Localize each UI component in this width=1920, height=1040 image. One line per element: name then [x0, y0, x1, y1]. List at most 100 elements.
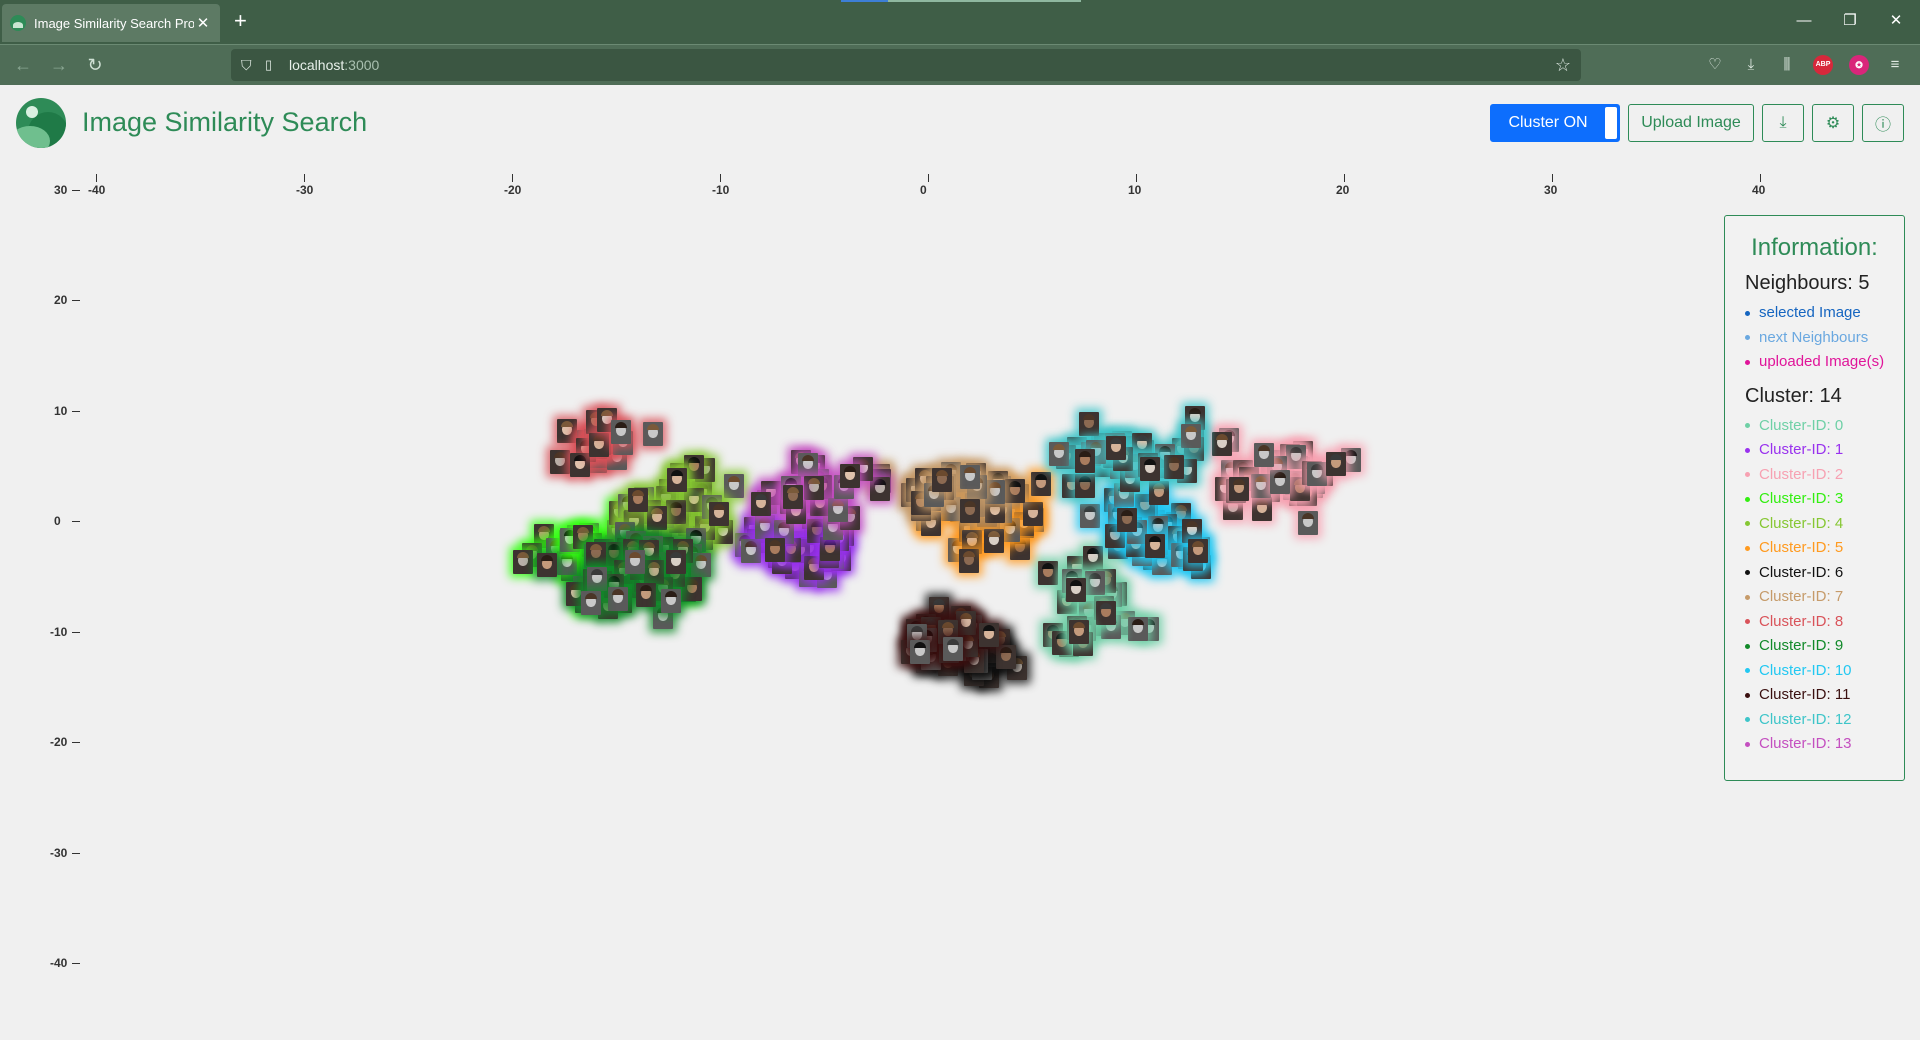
upload-image-button[interactable]: Upload Image	[1628, 104, 1754, 142]
image-thumbnail-point[interactable]	[984, 529, 1005, 554]
image-thumbnail-point[interactable]	[581, 590, 602, 615]
image-thumbnail-point[interactable]	[984, 479, 1005, 504]
image-thumbnail-point[interactable]	[667, 467, 688, 492]
image-thumbnail-point[interactable]	[960, 464, 981, 489]
image-thumbnail-point[interactable]	[624, 550, 645, 575]
image-thumbnail-point[interactable]	[1068, 619, 1089, 644]
cluster-toggle-button[interactable]: Cluster ON	[1490, 104, 1620, 142]
extension-icon[interactable]: ✪	[1849, 55, 1869, 75]
close-window-icon[interactable]: ✕	[1873, 8, 1919, 34]
image-thumbnail-point[interactable]	[783, 484, 804, 509]
similarity-scatter-plot[interactable]: -40 -30 -20 -10 0 10 20 30 40 30 20 10 0 -10 -20 -30 -40	[0, 170, 1765, 1040]
image-thumbnail-point[interactable]	[556, 419, 577, 444]
image-thumbnail-point[interactable]	[1004, 479, 1025, 504]
image-thumbnail-point[interactable]	[690, 553, 711, 578]
image-thumbnail-point[interactable]	[941, 497, 962, 522]
image-thumbnail-point[interactable]	[536, 553, 557, 578]
image-thumbnail-point[interactable]	[931, 468, 952, 493]
image-thumbnail-point[interactable]	[666, 500, 687, 525]
image-thumbnail-point[interactable]	[1325, 452, 1346, 477]
image-thumbnail-point[interactable]	[1253, 442, 1274, 467]
forward-arrow-icon[interactable]: →	[47, 53, 71, 77]
image-thumbnail-point[interactable]	[1128, 616, 1149, 641]
image-thumbnail-point[interactable]	[1075, 473, 1096, 498]
image-thumbnail-point[interactable]	[1083, 546, 1104, 571]
image-thumbnail-point[interactable]	[1079, 411, 1100, 436]
image-thumbnail-point[interactable]	[960, 499, 981, 524]
image-thumbnail-point[interactable]	[1095, 601, 1116, 626]
image-thumbnail-point[interactable]	[979, 623, 1000, 648]
image-thumbnail-point[interactable]	[750, 491, 771, 516]
image-thumbnail-point[interactable]	[708, 501, 729, 526]
image-thumbnail-point[interactable]	[1229, 476, 1250, 501]
image-thumbnail-point[interactable]	[628, 488, 649, 513]
image-thumbnail-point[interactable]	[870, 477, 891, 502]
image-thumbnail-point[interactable]	[1117, 508, 1138, 533]
image-thumbnail-point[interactable]	[1075, 448, 1096, 473]
bookmark-star-icon[interactable]: ☆	[1555, 55, 1571, 76]
image-thumbnail-point[interactable]	[723, 473, 744, 498]
image-thumbnail-point[interactable]	[1080, 504, 1101, 529]
downloads-icon[interactable]: ⤓	[1741, 55, 1761, 75]
image-thumbnail-point[interactable]	[827, 498, 848, 523]
tab-close-icon[interactable]: ✕	[194, 14, 212, 32]
image-thumbnail-point[interactable]	[1048, 441, 1069, 466]
image-thumbnail-point[interactable]	[1298, 511, 1319, 536]
image-thumbnail-point[interactable]	[1307, 462, 1328, 487]
image-thumbnail-point[interactable]	[1164, 455, 1185, 480]
image-thumbnail-point[interactable]	[589, 433, 610, 458]
image-thumbnail-point[interactable]	[611, 420, 631, 445]
image-thumbnail-point[interactable]	[549, 450, 570, 475]
image-thumbnail-point[interactable]	[804, 475, 825, 500]
image-thumbnail-point[interactable]	[646, 505, 667, 530]
image-thumbnail-point[interactable]	[1037, 561, 1058, 586]
image-thumbnail-point[interactable]	[1139, 456, 1160, 481]
tracking-shield-icon[interactable]: ⛉	[241, 57, 261, 74]
image-thumbnail-point[interactable]	[1251, 497, 1272, 522]
back-arrow-icon[interactable]: ←	[11, 53, 35, 77]
restore-window-icon[interactable]: ❐	[1827, 8, 1873, 34]
image-thumbnail-point[interactable]	[642, 422, 663, 447]
image-thumbnail-point[interactable]	[1148, 480, 1169, 505]
image-thumbnail-point[interactable]	[764, 537, 785, 562]
image-thumbnail-point[interactable]	[570, 452, 591, 477]
url-text[interactable]: localhost:3000	[289, 57, 1555, 73]
download-button[interactable]: ⤓	[1762, 104, 1804, 142]
image-thumbnail-point[interactable]	[585, 541, 606, 566]
image-thumbnail-point[interactable]	[797, 453, 818, 478]
image-thumbnail-point[interactable]	[958, 549, 979, 574]
image-thumbnail-point[interactable]	[1030, 472, 1051, 497]
library-icon[interactable]: ⫼	[1777, 55, 1797, 75]
image-thumbnail-point[interactable]	[587, 566, 608, 591]
image-thumbnail-point[interactable]	[665, 549, 686, 574]
image-thumbnail-point[interactable]	[840, 464, 861, 489]
address-bar[interactable]: ⛉ ▯ localhost:3000 ☆	[231, 49, 1581, 81]
image-thumbnail-point[interactable]	[1187, 538, 1208, 563]
image-thumbnail-point[interactable]	[608, 587, 629, 612]
settings-button[interactable]: ⚙	[1812, 104, 1854, 142]
image-thumbnail-point[interactable]	[1211, 431, 1232, 456]
new-tab-button[interactable]: +	[234, 8, 247, 34]
image-thumbnail-point[interactable]	[556, 550, 577, 575]
image-thumbnail-point[interactable]	[820, 536, 841, 561]
pocket-icon[interactable]: ♡	[1705, 55, 1725, 75]
image-thumbnail-point[interactable]	[754, 514, 775, 539]
image-thumbnail-point[interactable]	[643, 559, 664, 584]
image-thumbnail-point[interactable]	[1023, 501, 1044, 526]
image-thumbnail-point[interactable]	[513, 550, 534, 575]
info-button[interactable]: ⓘ	[1862, 104, 1904, 142]
image-thumbnail-point[interactable]	[741, 538, 762, 563]
image-thumbnail-point[interactable]	[1106, 436, 1127, 461]
image-thumbnail-point[interactable]	[909, 640, 930, 665]
page-info-icon[interactable]: ▯	[265, 57, 285, 73]
image-thumbnail-point[interactable]	[635, 583, 656, 608]
image-thumbnail-point[interactable]	[956, 611, 977, 636]
image-thumbnail-point[interactable]	[995, 644, 1016, 669]
image-thumbnail-point[interactable]	[1085, 571, 1106, 596]
image-thumbnail-point[interactable]	[661, 589, 682, 614]
image-thumbnail-point[interactable]	[942, 636, 963, 661]
hamburger-menu-icon[interactable]: ≡	[1885, 55, 1905, 75]
adblock-plus-icon[interactable]: ABP	[1813, 55, 1833, 75]
browser-tab[interactable]: Image Similarity Search Project ✕	[2, 4, 220, 42]
image-thumbnail-point[interactable]	[1251, 474, 1272, 499]
